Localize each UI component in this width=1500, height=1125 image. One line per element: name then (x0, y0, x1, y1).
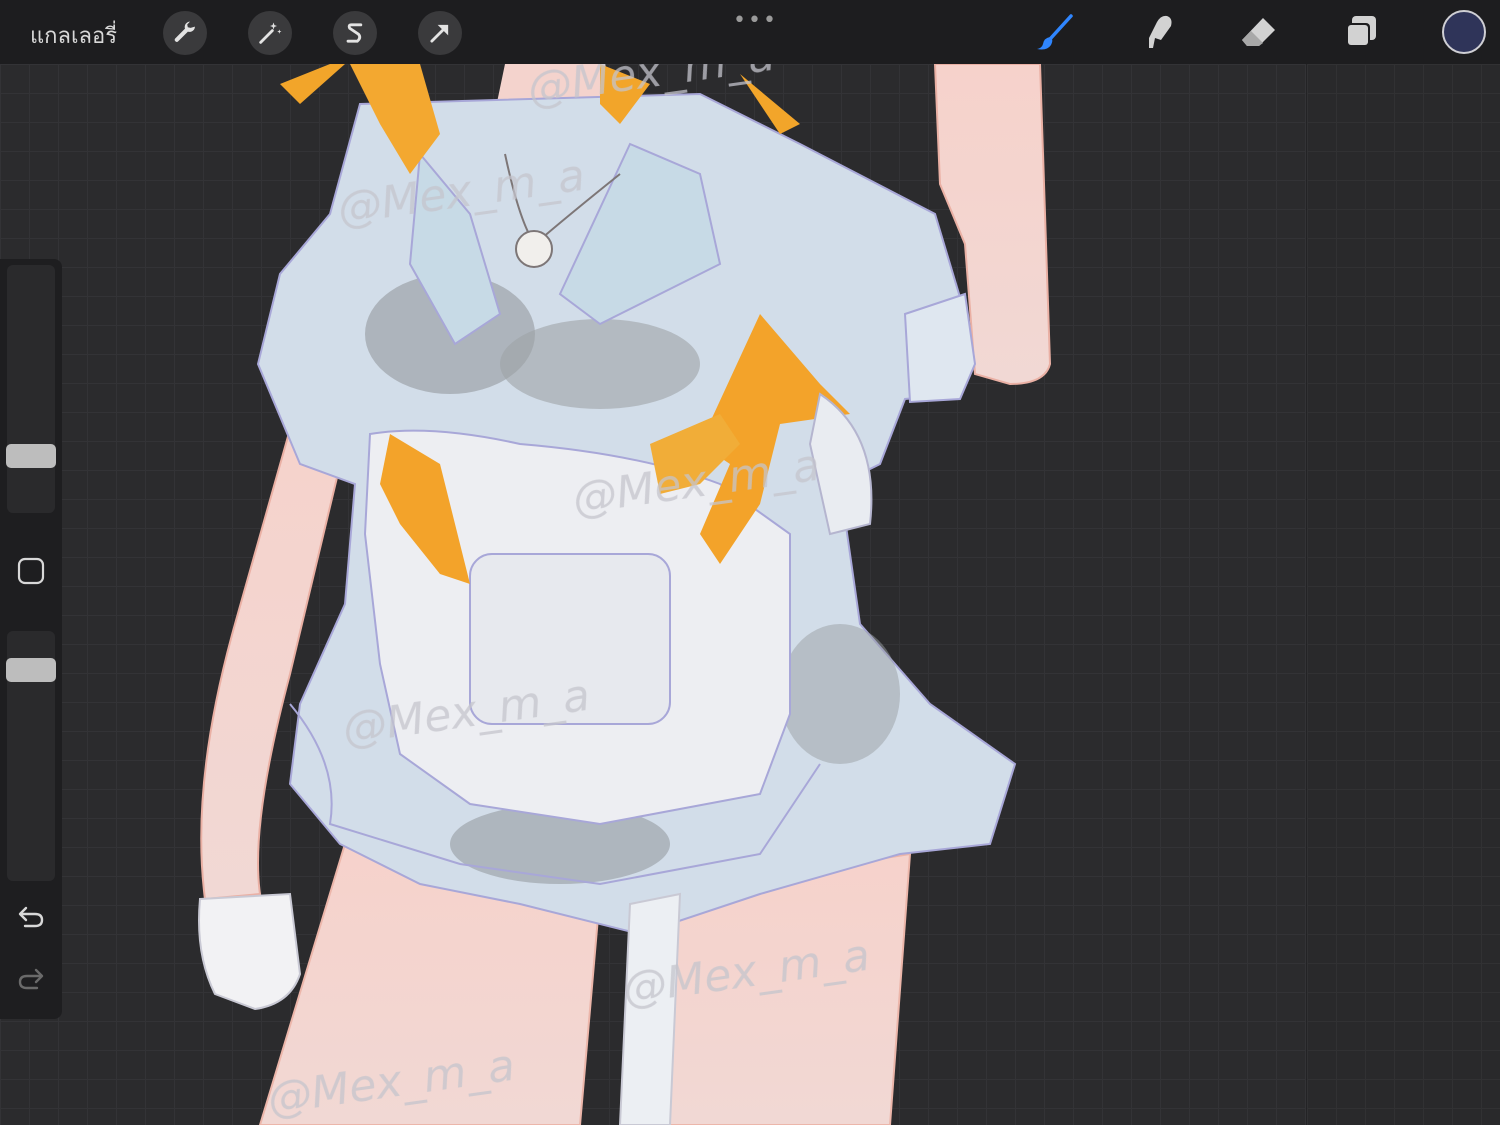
gallery-button[interactable]: แกลเลอรี่ (30, 18, 117, 53)
eraser-tool-button[interactable] (1239, 12, 1279, 52)
brush-size-handle[interactable] (6, 444, 56, 468)
layers-icon (1346, 16, 1376, 47)
brush-size-slider[interactable] (6, 265, 56, 513)
magic-wand-icon (259, 22, 282, 44)
canvas-empty-area[interactable] (1306, 64, 1500, 1125)
artwork: @Mex_m_a @Mex_m_a @Mex_m_a @Mex_m_a @Mex… (198, 64, 1052, 1125)
side-toolbar (0, 259, 62, 1019)
brush-tool-button[interactable] (1035, 12, 1075, 52)
selection-button[interactable] (333, 11, 377, 55)
layers-button[interactable] (1341, 12, 1381, 52)
modify-button[interactable] (16, 556, 46, 586)
smudge-tool-button[interactable] (1137, 12, 1177, 52)
drawing-canvas[interactable]: @Mex_m_a @Mex_m_a @Mex_m_a @Mex_m_a @Mex… (0, 64, 1306, 1125)
redo-button[interactable] (16, 964, 46, 994)
opacity-slider[interactable] (6, 631, 56, 881)
undo-icon (18, 906, 44, 928)
color-picker-button[interactable] (1442, 10, 1486, 54)
brush-icon (1037, 14, 1073, 50)
transform-arrow-icon (430, 24, 449, 43)
transform-button[interactable] (418, 11, 462, 55)
opacity-handle[interactable] (6, 658, 56, 682)
actions-button[interactable] (163, 11, 207, 55)
more-options-button[interactable]: ••• (733, 8, 778, 33)
wrench-icon (174, 21, 195, 42)
redo-icon (18, 968, 44, 990)
adjustments-button[interactable] (248, 11, 292, 55)
selection-s-icon (346, 23, 363, 43)
eraser-icon (1242, 18, 1275, 46)
undo-button[interactable] (16, 902, 46, 932)
square-icon (17, 557, 45, 585)
smudge-icon (1149, 15, 1172, 48)
top-toolbar: แกลเลอรี่ ••• (0, 0, 1500, 64)
